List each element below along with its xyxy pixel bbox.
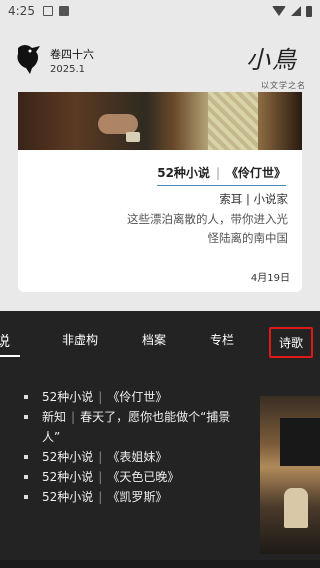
issue-date: 2025.1 (50, 64, 85, 75)
bullet-icon (24, 455, 28, 459)
article-description-line1: 这些漂泊离散的人，带你进入光 (127, 212, 288, 226)
bullet-icon (24, 475, 28, 479)
tab-nonfiction[interactable]: 非虚构 (62, 331, 98, 348)
list-item[interactable]: 新知 | 春天了，愿你也能做个“捕景人” (24, 407, 240, 447)
link-title: 《伶仃世》 (107, 390, 168, 404)
article-date: 4月19日 (250, 273, 290, 284)
tab-archive[interactable]: 档案 (142, 331, 166, 348)
link-separator: | (98, 470, 103, 484)
brand-logo: 小鳥 (246, 46, 298, 74)
status-bar: 4:25 (0, 0, 320, 22)
link-title: 《表姐妹》 (107, 450, 168, 464)
link-title: 《天色已晚》 (107, 470, 180, 484)
issue-header: 卷四十六 2025.1 小鳥 以文学之名 (14, 40, 306, 92)
link-prefix: 52种小说 (42, 470, 94, 484)
article-description-line2: 怪陆离的南中国 (207, 231, 289, 245)
cover-detail (126, 132, 140, 142)
article-author: 索耳 | 小说家 (219, 192, 288, 206)
list-item[interactable]: 52种小说 | 《天色已晚》 (24, 467, 240, 487)
link-separator: | (71, 410, 76, 424)
storage-icon (42, 6, 53, 16)
cover-detail (280, 418, 320, 466)
brand-subtitle: 以文学之名 (261, 81, 306, 90)
notification-a-icon (58, 6, 69, 16)
battery-icon (306, 5, 312, 17)
article-link-list: 52种小说 | 《伶仃世》 新知 | 春天了，愿你也能做个“捕景人” 52种小说 | 《表姐… (24, 387, 240, 507)
tab-poetry[interactable]: 诗歌 (269, 327, 314, 358)
category-section: 说 非虚构 档案 专栏 诗歌 52种小说 | 《伶仃世》 新知 | 春天了，愿你也能做个… (0, 311, 320, 568)
tab-fiction[interactable]: 说 (0, 331, 10, 351)
heading-separator: | (215, 165, 220, 180)
article-heading[interactable]: 52种小说 | 《伶仃世》 (157, 164, 286, 186)
bottom-divider (0, 560, 320, 568)
article-card[interactable]: 52种小说 | 《伶仃世》 索耳 | 小说家 这些漂泊离散的人，带你进入光 怪陆… (18, 92, 302, 292)
link-separator: | (98, 490, 103, 504)
link-prefix: 52种小说 (42, 450, 94, 464)
wifi-icon (272, 6, 286, 16)
bullet-icon (24, 495, 28, 499)
bullet-icon (24, 415, 28, 419)
list-item[interactable]: 52种小说 | 《伶仃世》 (24, 387, 240, 407)
article-category: 52种小说 (157, 166, 210, 180)
article-cover-image[interactable] (18, 92, 302, 150)
article-title: 《伶仃世》 (225, 166, 286, 180)
link-separator: | (98, 450, 103, 464)
cover-detail (208, 92, 258, 150)
status-time: 4:25 (8, 4, 35, 18)
cover-detail (284, 488, 308, 528)
signal-icon (291, 6, 301, 16)
side-cover-image[interactable] (260, 396, 320, 554)
list-item[interactable]: 52种小说 | 《表姐妹》 (24, 447, 240, 467)
cover-detail (98, 114, 138, 134)
category-tabs: 说 非虚构 档案 专栏 诗歌 (0, 311, 320, 361)
tab-column[interactable]: 专栏 (210, 331, 234, 348)
link-prefix: 新知 (42, 410, 67, 424)
bullet-icon (24, 395, 28, 399)
link-separator: | (98, 390, 103, 404)
link-prefix: 52种小说 (42, 490, 94, 504)
active-tab-indicator (0, 355, 20, 357)
link-title: 《凯罗斯》 (107, 490, 168, 504)
link-prefix: 52种小说 (42, 390, 94, 404)
issue-title: 卷四十六 (50, 48, 94, 61)
list-item[interactable]: 52种小说 | 《凯罗斯》 (24, 487, 240, 507)
bird-logo-icon[interactable] (14, 42, 44, 76)
